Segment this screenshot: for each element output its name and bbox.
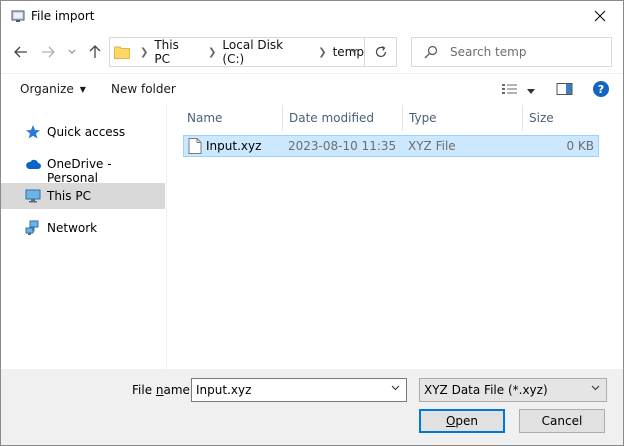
file-import-dialog: File import ❯ This PC ❯ Local Disk (C:) … [0,0,624,446]
back-button[interactable] [11,41,31,63]
network-icon [25,220,39,235]
chevron-down-icon[interactable] [391,384,400,394]
nav-item-label: OneDrive - Personal [47,157,112,185]
new-folder-label: New folder [111,82,176,96]
filename-combobox[interactable] [191,378,407,402]
up-button[interactable] [85,41,105,63]
arrow-right-icon [42,46,55,58]
navigation-pane: Quick access OneDrive - Personal This PC [1,105,167,369]
address-dropdown-icon[interactable] [350,46,358,57]
chevron-right-icon: ❯ [208,46,217,58]
breadcrumb: ❯ This PC ❯ Local Disk (C:) ❯ temp [130,38,364,66]
nav-item-quick-access[interactable]: Quick access [1,119,165,145]
filename-input[interactable] [196,383,386,397]
search-input[interactable] [450,45,600,59]
column-header-name[interactable]: Name [181,105,283,131]
details-view-icon [502,84,517,94]
navigation-bar: ❯ This PC ❯ Local Disk (C:) ❯ temp [1,31,623,73]
app-icon [11,10,25,22]
forward-button[interactable] [38,41,58,63]
help-button[interactable]: ? [592,80,610,101]
nav-item-label: Quick access [47,125,126,139]
filename-label: File name: [132,383,194,397]
refresh-icon [375,45,386,58]
open-button[interactable]: Open [419,409,505,433]
cancel-button[interactable]: Cancel [519,409,605,433]
computer-icon [25,189,41,203]
folder-icon [114,46,130,59]
column-header-type[interactable]: Type [403,105,523,131]
column-header-date[interactable]: Date modified [283,105,403,131]
preview-pane-icon [556,83,573,95]
breadcrumb-temp[interactable]: temp [333,45,364,59]
caret-down-icon [527,89,535,94]
column-header-label: Name [187,111,223,125]
file-list: Name Date modified Type Size Input.xyz 2… [167,105,623,369]
nav-item-this-pc[interactable]: This PC [1,183,165,209]
search-icon [424,45,438,59]
chevron-right-icon: ❯ [139,46,149,58]
file-date: 2023-08-10 11:35 [288,139,397,153]
view-options-button[interactable] [526,85,536,99]
breadcrumb-this-pc[interactable]: This PC [154,38,198,66]
new-folder-button[interactable]: New folder [111,82,176,96]
organize-button[interactable]: Organize ▼ [20,82,86,96]
table-row[interactable]: Input.xyz 2023-08-10 11:35 XYZ File 0 KB [183,135,599,157]
nav-item-onedrive[interactable]: OneDrive - Personal [1,151,165,185]
organize-label: Organize [20,82,74,96]
toolbar: Organize ▼ New folder ? [1,73,623,105]
window-title: File import [31,9,95,23]
breadcrumb-local-disk[interactable]: Local Disk (C:) [222,38,308,66]
help-icon: ? [593,81,609,97]
file-size: 0 KB [566,139,594,153]
filetype-select[interactable]: XYZ Data File (*.xyz) [419,378,607,402]
nav-item-label: Network [47,221,98,235]
dialog-footer: File name: XYZ Data File (*.xyz) Open Ca… [1,369,623,445]
preview-pane-button[interactable] [556,82,574,99]
column-header-label: Date modified [289,111,375,125]
change-view-button[interactable] [501,82,519,99]
title-bar: File import [1,1,623,31]
arrow-up-icon [89,45,101,58]
cancel-label: Cancel [541,414,583,428]
chevron-right-icon: ❯ [318,46,327,58]
star-icon [26,125,40,139]
address-bar[interactable]: ❯ This PC ❯ Local Disk (C:) ❯ temp [109,37,365,67]
cloud-icon [26,159,41,169]
search-box[interactable] [411,37,612,67]
filetype-value: XYZ Data File (*.xyz) [424,383,548,397]
column-header-label: Type [409,111,437,125]
file-name: Input.xyz [206,139,262,153]
recent-locations-button[interactable] [65,41,79,63]
open-label-mnemonic: O [445,414,456,428]
close-button[interactable] [577,1,623,31]
column-header-label: Size [529,111,554,125]
arrow-left-icon [14,46,27,58]
caret-down-icon: ▼ [79,84,86,94]
open-label: pen [455,414,479,428]
file-type: XYZ File [408,139,456,153]
column-header-size[interactable]: Size [523,105,603,131]
close-icon [594,10,606,22]
nav-item-label: This PC [47,189,91,203]
svg-text:?: ? [598,83,604,96]
nav-item-network[interactable]: Network [1,215,165,241]
chevron-down-icon [591,384,600,394]
chevron-down-icon [68,49,76,54]
file-icon [188,138,202,154]
refresh-button[interactable] [365,37,397,67]
